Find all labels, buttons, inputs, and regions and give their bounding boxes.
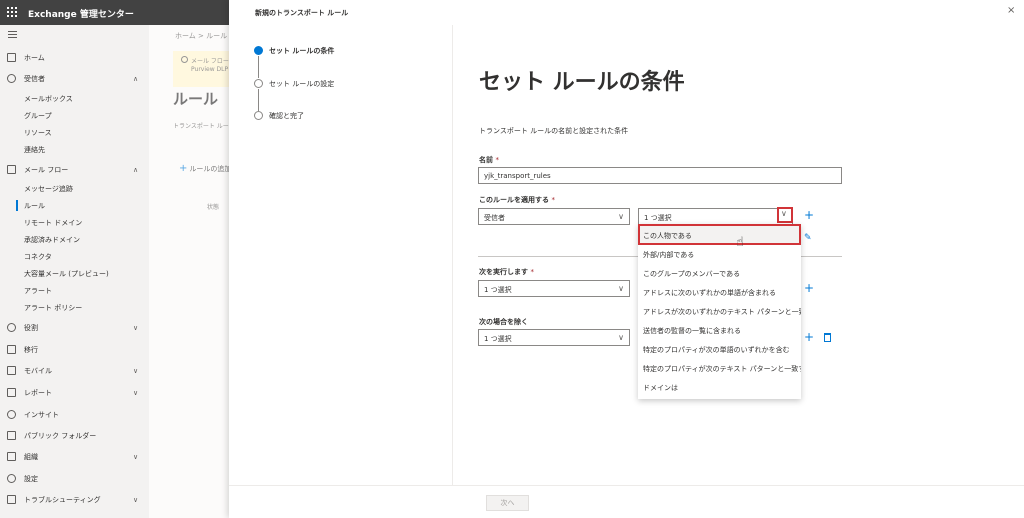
dropdown-option[interactable]: ドメインは bbox=[638, 378, 801, 397]
nav-item-insights[interactable]: インサイト bbox=[0, 407, 149, 424]
nav-sub-remote-domains[interactable]: リモート ドメイン bbox=[0, 215, 149, 231]
dropdown-option[interactable]: 特定のプロパティが次のテキスト パターンと一致する bbox=[638, 359, 801, 378]
background-rules-page: ホーム > ルール メール フロー ル Purview DLP ルール トランス… bbox=[149, 25, 229, 518]
mail-icon bbox=[7, 165, 16, 174]
home-icon bbox=[7, 53, 16, 62]
chevron-up-icon: ∧ bbox=[133, 166, 139, 174]
chevron-down-icon: ∨ bbox=[133, 389, 139, 397]
chevron-down-icon: ∨ bbox=[133, 324, 139, 332]
do-following-label: 次を実行します * bbox=[479, 268, 534, 276]
gear-icon bbox=[7, 474, 16, 483]
chevron-down-icon: ∨ bbox=[618, 284, 624, 293]
migration-icon bbox=[7, 345, 16, 354]
hand-cursor-icon: ☝ bbox=[736, 235, 744, 250]
form-heading: セット ルールの条件 bbox=[479, 70, 685, 95]
except-if-label: 次の場合を除く bbox=[479, 318, 528, 326]
nav-sub-alert-policies[interactable]: アラート ポリシー bbox=[0, 300, 149, 316]
nav-item-public-folders[interactable]: パブリック フォルダー bbox=[0, 428, 149, 445]
nav-item-organization[interactable]: 組織 ∨ bbox=[0, 449, 149, 466]
panel-divider bbox=[452, 25, 453, 485]
step-indicator bbox=[254, 111, 263, 120]
mobile-icon bbox=[7, 366, 16, 375]
app-launcher-icon[interactable] bbox=[7, 7, 17, 17]
roles-icon bbox=[7, 323, 16, 332]
chevron-down-icon: ∨ bbox=[618, 212, 624, 221]
person-icon bbox=[7, 74, 16, 83]
apply-rule-label: このルールを適用する * bbox=[479, 196, 555, 204]
except-if-select[interactable]: 1 つ選択 ∨ bbox=[478, 329, 630, 346]
nav-sub-groups[interactable]: グループ bbox=[0, 108, 149, 124]
step-connector bbox=[258, 56, 259, 78]
nav-sub-alerts[interactable]: アラート bbox=[0, 283, 149, 299]
wrench-icon bbox=[7, 495, 16, 504]
app-title[interactable]: Exchange 管理センター bbox=[28, 7, 134, 20]
chevron-down-icon: ∨ bbox=[133, 496, 139, 504]
nav-item-mobile[interactable]: モバイル ∨ bbox=[0, 363, 149, 380]
dropdown-option[interactable]: アドレスに次のいずれかの単語が含まれる bbox=[638, 283, 801, 302]
nav-item-migration[interactable]: 移行 bbox=[0, 342, 149, 359]
hamburger-menu-icon[interactable] bbox=[8, 31, 17, 38]
organization-icon bbox=[7, 452, 16, 461]
nav-sub-high-volume-email[interactable]: 大容量メール (プレビュー) bbox=[0, 266, 149, 282]
panel-title: 新規のトランスポート ルール bbox=[255, 9, 349, 17]
step-indicator bbox=[254, 79, 263, 88]
add-action-icon[interactable]: + bbox=[804, 282, 814, 294]
dropdown-option[interactable]: このグループのメンバーである bbox=[638, 264, 801, 283]
name-label: 名前 * bbox=[479, 156, 499, 164]
chevron-down-icon: ∨ bbox=[133, 453, 139, 461]
name-input[interactable]: yjk_transport_rules bbox=[478, 167, 842, 184]
form-description: トランスポート ルールの名前と設定された条件 bbox=[479, 127, 629, 135]
nav-sub-accepted-domains[interactable]: 承認済みドメイン bbox=[0, 232, 149, 248]
nav-item-troubleshooting[interactable]: トラブルシューティング ∨ bbox=[0, 492, 149, 509]
next-button[interactable]: 次へ bbox=[486, 495, 529, 511]
nav-item-roles[interactable]: 役割 ∨ bbox=[0, 320, 149, 337]
dropdown-caret-highlight[interactable]: ∨ bbox=[777, 207, 793, 223]
step-connector bbox=[258, 89, 259, 111]
dropdown-option[interactable]: 送信者の監督の一覧に含まれる bbox=[638, 321, 801, 340]
dropdown-option[interactable]: この人物である bbox=[638, 226, 801, 245]
apply-rule-condition-select[interactable]: 1 つ選択 bbox=[638, 208, 793, 225]
delete-icon[interactable] bbox=[824, 333, 831, 342]
nav-sub-mailboxes[interactable]: メールボックス bbox=[0, 91, 149, 107]
chevron-down-icon: ∨ bbox=[781, 209, 787, 218]
overlay bbox=[149, 25, 229, 518]
new-transport-rule-panel: 新規のトランスポート ルール × セット ルールの条件 セット ルールの設定 確… bbox=[229, 0, 1024, 518]
chevron-down-icon: ∨ bbox=[618, 333, 624, 342]
nav-item-reports[interactable]: レポート ∨ bbox=[0, 385, 149, 402]
folder-icon bbox=[7, 431, 16, 440]
dropdown-option[interactable]: アドレスが次のいずれかのテキスト パターンと一致する bbox=[638, 302, 801, 321]
close-icon[interactable]: × bbox=[1007, 5, 1015, 16]
add-condition-icon[interactable]: + bbox=[804, 209, 814, 221]
nav-sub-resources[interactable]: リソース bbox=[0, 125, 149, 141]
chevron-up-icon: ∧ bbox=[133, 75, 139, 83]
panel-footer: 次へ bbox=[229, 485, 1024, 518]
nav-sub-contacts[interactable]: 連絡先 bbox=[0, 142, 149, 158]
chevron-down-icon: ∨ bbox=[133, 367, 139, 375]
lightbulb-icon bbox=[7, 410, 16, 419]
dropdown-option[interactable]: 特定のプロパティが次の単語のいずれかを含む bbox=[638, 340, 801, 359]
do-following-select[interactable]: 1 つ選択 ∨ bbox=[478, 280, 630, 297]
left-navigation: ホーム 受信者 ∧ メールボックス グループ リソース 連絡先 メール フロー … bbox=[0, 25, 149, 518]
nav-item-settings[interactable]: 設定 bbox=[0, 471, 149, 488]
apply-rule-select[interactable]: 受信者 ∨ bbox=[478, 208, 630, 225]
edit-icon[interactable]: ✎ bbox=[804, 233, 812, 243]
nav-sub-message-trace[interactable]: メッセージ追跡 bbox=[0, 181, 149, 197]
nav-item-home[interactable]: ホーム bbox=[0, 50, 149, 67]
nav-item-mail-flow[interactable]: メール フロー ∧ bbox=[0, 162, 149, 179]
nav-item-recipients[interactable]: 受信者 ∧ bbox=[0, 71, 149, 88]
nav-sub-rules[interactable]: ルール bbox=[0, 198, 149, 214]
dropdown-option[interactable]: 外部/内部である bbox=[638, 245, 801, 264]
reports-icon bbox=[7, 388, 16, 397]
add-exception-icon[interactable]: + bbox=[804, 331, 814, 343]
nav-sub-connectors[interactable]: コネクタ bbox=[0, 249, 149, 265]
condition-dropdown-list: この人物である 外部/内部である このグループのメンバーである アドレスに次のい… bbox=[638, 224, 801, 399]
step-indicator bbox=[254, 46, 263, 55]
